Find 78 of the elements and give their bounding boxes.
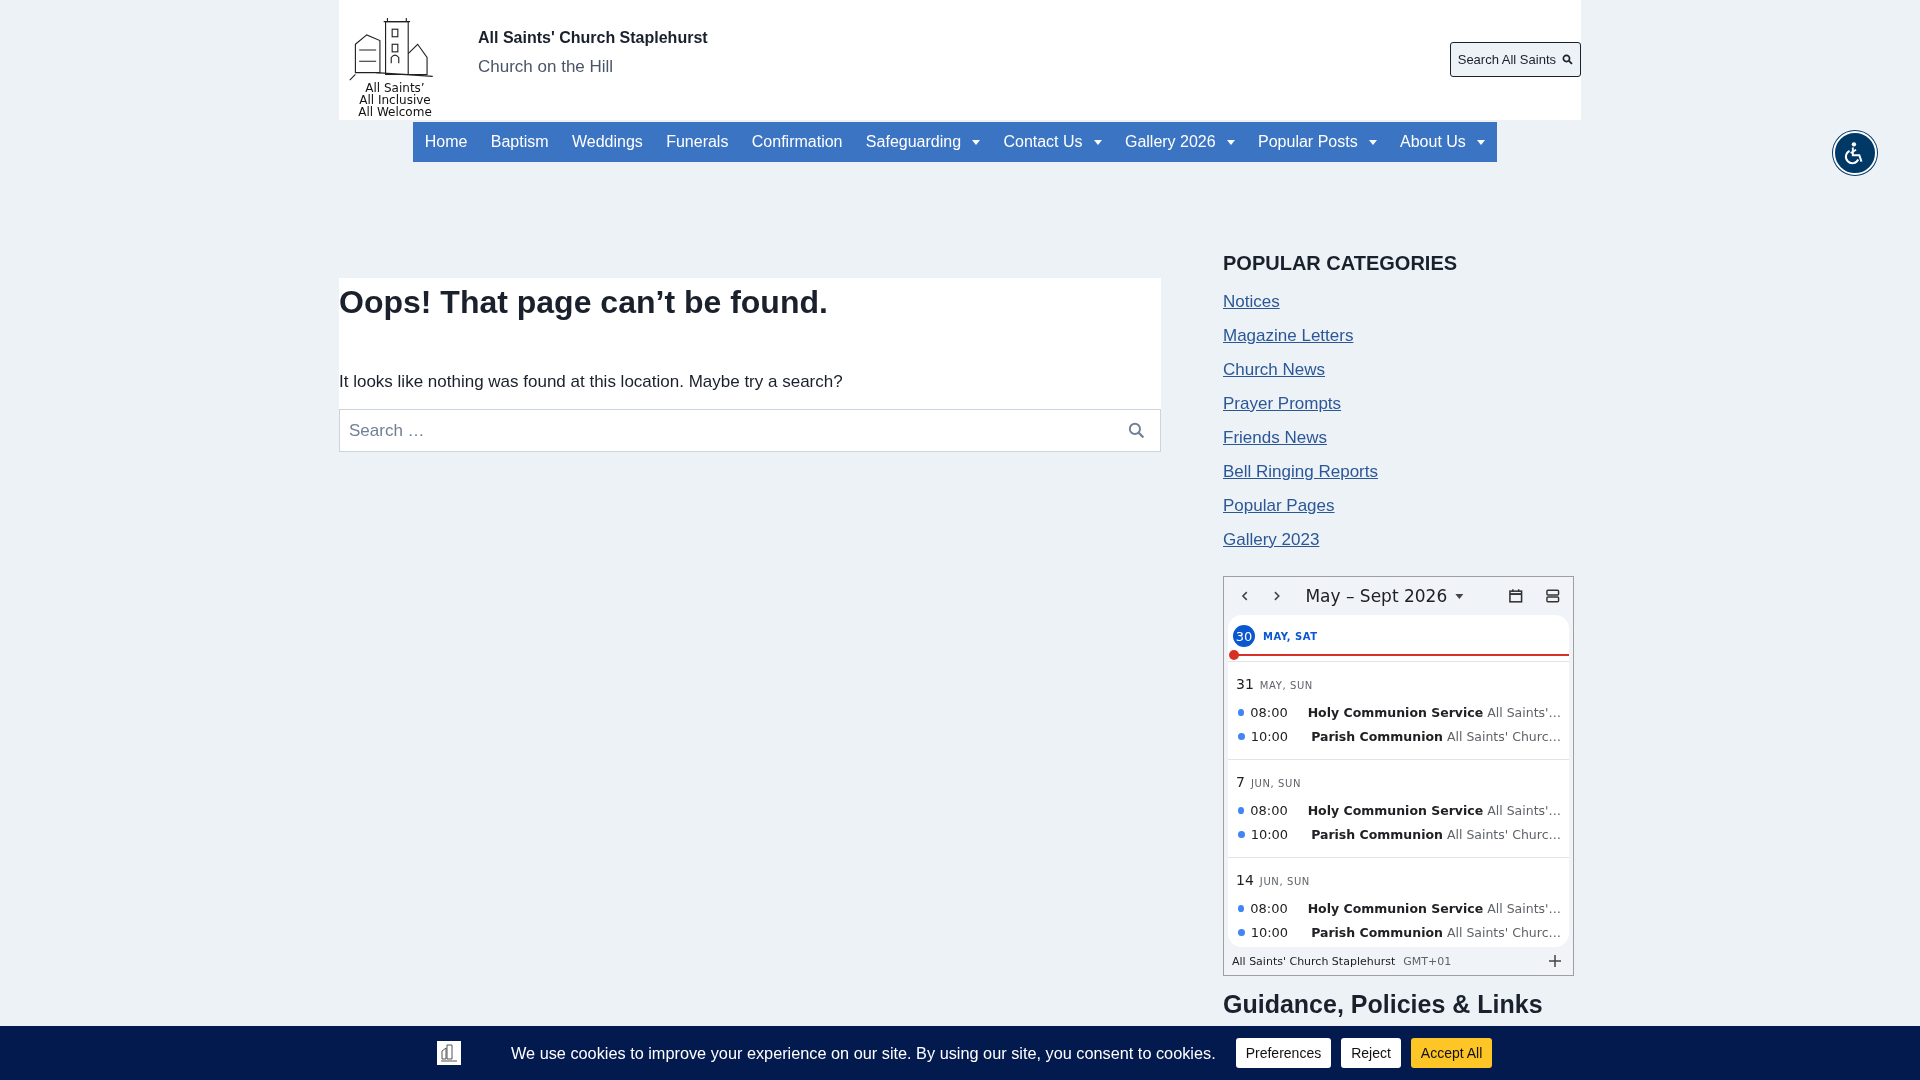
not-found-message: It looks like nothing was found at this location. Maybe try a search? [339,371,844,393]
logo-text: All Welcome [358,106,432,118]
agenda-icon[interactable] [1545,588,1561,604]
event-time: 08:00 [1250,704,1289,720]
plus-icon[interactable] [1549,955,1561,967]
category-link[interactable]: Friends News [1223,427,1327,448]
event-dot [1238,830,1245,838]
nav-link[interactable]: Confirmation [740,122,855,162]
nav-link[interactable]: Funerals [654,122,741,162]
day-number: 14 [1236,872,1254,888]
day-number: 7 [1236,774,1245,790]
cookie-message: We use cookies to improve your experience on our site. By using our site, you consent to cookies. [511,1043,1216,1063]
caret-icon[interactable] [1455,593,1464,599]
category-link[interactable]: Bell Ringing Reports [1223,461,1378,482]
category-link[interactable]: Prayer Prompts [1223,393,1342,414]
event-location: All Saints'… [1487,802,1561,818]
page-title: Oops! That page can’t be found. [339,283,829,322]
nav-link[interactable]: Weddings [560,122,655,162]
nav-link[interactable]: Safeguarding [854,122,992,162]
church-logo[interactable]: All Saints’ All Inclusive All Welcome [339,0,451,120]
day-label: JUN, SUN [1250,778,1301,789]
day-label: JUN, SUN [1259,876,1310,887]
calendar-name: All Saints' Church Staplehurst [1232,954,1396,968]
nav-link[interactable]: Gallery 2026 [1113,122,1247,162]
cookie-button[interactable]: Accept All [1410,1038,1493,1068]
nav-link[interactable]: Baptism [479,122,561,162]
event-time: 08:00 [1250,900,1289,916]
event-dot [1238,732,1245,740]
sidebar-heading: POPULAR CATEGORIES [1223,251,1459,275]
day-label: MAY, SUN [1259,680,1313,691]
event-time: 08:00 [1250,802,1289,818]
event-dot [1238,928,1245,936]
church-logo-icon [437,1041,461,1065]
nav-link[interactable]: Contact Us [991,122,1114,162]
event-location: All Saints'… [1487,704,1561,720]
nav-link[interactable]: About Us [1388,122,1497,162]
nav-link[interactable]: Home [413,122,480,162]
site-title[interactable]: All Saints' Church Staplehurst [478,29,708,47]
day-label: MAY, SAT [1263,630,1318,642]
event-location: All Saints' Churc… [1446,826,1561,842]
search-field[interactable]: Search … [339,409,1161,452]
sidebar-heading: Guidance, Policies & Links [1223,990,1544,1018]
event-title[interactable]: Parish Communion [1311,924,1443,940]
event-title[interactable]: Holy Communion Service [1307,704,1484,720]
nav-link[interactable]: Popular Posts [1246,122,1389,162]
site-tagline: Church on the Hill [478,57,615,77]
today-date: 30 [1233,625,1255,647]
event-dot [1238,806,1245,814]
event-location: All Saints'… [1487,900,1561,916]
event-time: 10:00 [1250,728,1290,744]
timezone: GMT+01 [1403,954,1452,968]
event-location: All Saints' Churc… [1446,924,1561,940]
event-title[interactable]: Parish Communion [1311,826,1443,842]
chevron-left-icon[interactable] [1240,591,1250,601]
category-link[interactable]: Popular Pages [1223,495,1335,516]
event-title[interactable]: Holy Communion Service [1307,802,1484,818]
search-icon[interactable] [1128,422,1145,439]
cookie-button[interactable]: Reject [1341,1038,1401,1068]
date-range[interactable]: May – Sept 2026 [1305,586,1448,606]
event-dot [1238,904,1245,912]
category-link[interactable]: Church News [1223,359,1326,380]
calendar-icon[interactable] [1507,588,1524,604]
event-title[interactable]: Holy Communion Service [1307,900,1484,916]
event-location: All Saints' Churc… [1446,728,1561,744]
event-time: 10:00 [1250,826,1290,842]
logo-text: All Inclusive [359,94,431,106]
search-icon [1562,53,1573,65]
cookie-button[interactable]: Preferences [1235,1038,1332,1068]
category-link[interactable]: Magazine Letters [1223,325,1354,346]
category-link[interactable]: Gallery 2023 [1223,529,1320,550]
day-number: 31 [1236,676,1254,692]
category-link[interactable]: Notices [1223,291,1280,312]
event-title[interactable]: Parish Communion [1311,728,1443,744]
search-button[interactable]: Search All Saints [1449,41,1581,77]
accessibility-button[interactable] [1833,131,1877,175]
event-time: 10:00 [1250,924,1290,940]
logo-text: All Saints’ [365,82,425,94]
event-dot [1238,708,1245,716]
